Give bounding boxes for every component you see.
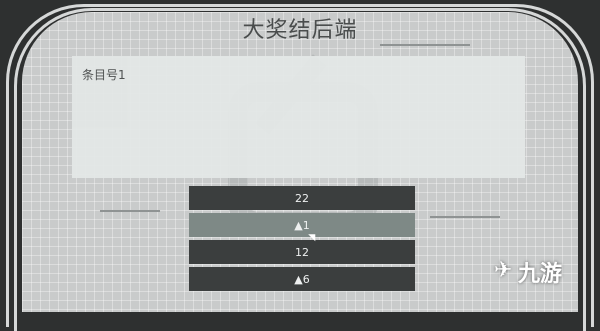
option-button-2[interactable]: ▲1	[189, 213, 415, 237]
screen-title: 大奖结后端	[242, 18, 358, 43]
jiuyou-logo-icon: ✈	[494, 258, 513, 283]
decorative-line	[430, 216, 500, 218]
brand-watermark-text: 九游	[518, 262, 563, 287]
game-screen: 大奖结后端 条目号1 22 ▲1 12 ▲6 ✈ 九游	[0, 0, 600, 331]
option-button-4[interactable]: ▲6	[189, 267, 415, 291]
option-label: ▲1	[294, 218, 310, 232]
decorative-line	[100, 210, 160, 212]
option-button-1[interactable]: 22	[189, 186, 415, 210]
info-panel: 条目号1	[72, 56, 525, 178]
option-label: 22	[295, 191, 309, 205]
panel-label: 条目号1	[82, 68, 126, 82]
option-button-3[interactable]: 12	[189, 240, 415, 264]
option-label: ▲6	[294, 272, 310, 286]
decorative-line	[380, 44, 470, 46]
option-label: 12	[295, 245, 309, 259]
